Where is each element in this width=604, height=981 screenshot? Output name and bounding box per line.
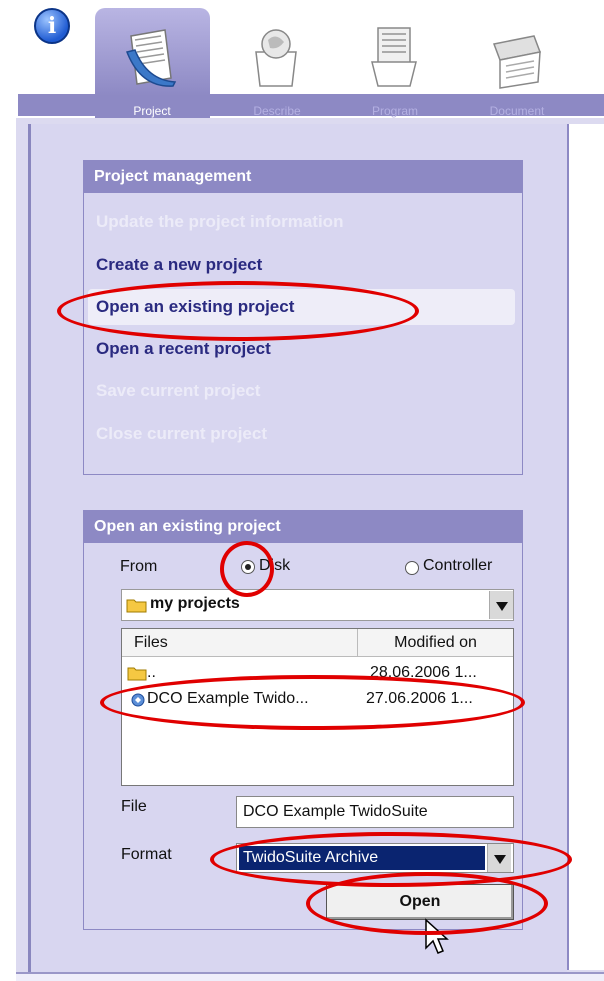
tab-project[interactable]: Project bbox=[95, 8, 210, 118]
controller-radio-option[interactable]: Controller bbox=[405, 557, 515, 577]
folder-icon bbox=[127, 667, 147, 681]
info-icon[interactable]: i bbox=[34, 8, 70, 44]
tab-describe-label: Describe bbox=[253, 104, 301, 118]
tab-describe[interactable]: Describe bbox=[222, 8, 332, 118]
project-icon bbox=[125, 29, 177, 87]
annotation-ellipse bbox=[306, 872, 548, 935]
controller-radio[interactable] bbox=[405, 561, 419, 575]
tab-document-label: Document bbox=[489, 104, 545, 118]
chevron-down-icon[interactable] bbox=[489, 591, 513, 619]
file-label: File bbox=[121, 798, 147, 815]
controller-label: Controller bbox=[423, 557, 493, 574]
annotation-ellipse bbox=[220, 541, 274, 597]
files-column-header[interactable]: Files bbox=[122, 629, 358, 657]
program-icon bbox=[371, 27, 417, 87]
project-management-title: Project management bbox=[84, 161, 522, 193]
tab-document[interactable]: Document bbox=[462, 8, 572, 118]
open-recent-project-link[interactable]: Open a recent project bbox=[96, 339, 271, 359]
modified-column-header[interactable]: Modified on bbox=[358, 629, 513, 657]
open-existing-project-title: Open an existing project bbox=[84, 511, 522, 543]
file-name-input[interactable]: DCO Example TwidoSuite bbox=[236, 796, 514, 828]
create-new-project-link[interactable]: Create a new project bbox=[96, 255, 262, 275]
file-name: .. bbox=[147, 664, 156, 681]
folder-dropdown[interactable]: my projects bbox=[121, 589, 514, 621]
describe-icon bbox=[255, 29, 297, 87]
from-label: From bbox=[120, 558, 158, 575]
update-project-info-link[interactable]: Update the project information bbox=[96, 212, 343, 232]
workspace-panel bbox=[567, 124, 604, 970]
close-current-project-link[interactable]: Close current project bbox=[96, 424, 267, 444]
format-label: Format bbox=[121, 846, 172, 863]
save-current-project-link[interactable]: Save current project bbox=[96, 381, 260, 401]
annotation-ellipse bbox=[100, 675, 525, 730]
folder-icon bbox=[126, 599, 147, 613]
tab-project-label: Project bbox=[133, 104, 171, 118]
tab-program[interactable]: Program bbox=[340, 8, 450, 118]
bottom-edge bbox=[16, 972, 604, 981]
tab-program-label: Program bbox=[371, 104, 418, 118]
document-icon bbox=[492, 35, 542, 89]
folder-name: my projects bbox=[150, 595, 240, 612]
annotation-ellipse bbox=[57, 281, 419, 341]
